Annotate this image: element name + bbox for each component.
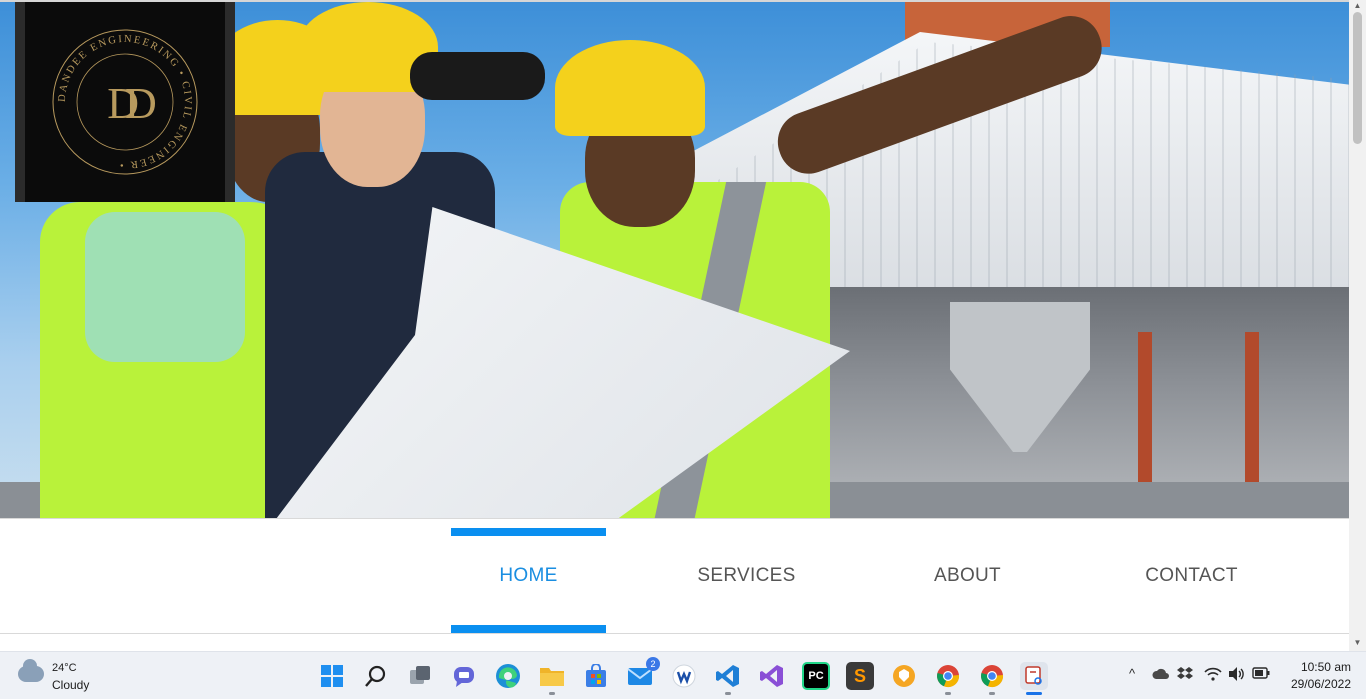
snipping-tool-icon[interactable] <box>1020 662 1048 690</box>
sublime-icon-text: S <box>853 665 866 686</box>
running-indicator <box>549 692 555 695</box>
brave-icon[interactable] <box>890 662 918 690</box>
logo-emblem: DANDEE ENGINEERING • CIVIL ENGINEER • DD <box>52 29 198 175</box>
nav-about[interactable]: ABOUT <box>890 519 1045 633</box>
main-nav: HOME SERVICES ABOUT CONTACT <box>0 518 1349 634</box>
sublime-icon[interactable]: S <box>846 662 874 690</box>
weather-widget[interactable]: 24°C Cloudy <box>18 659 138 694</box>
onedrive-icon[interactable] <box>1152 668 1170 683</box>
nav-active-indicator-bottom <box>451 625 606 633</box>
edge-icon[interactable] <box>494 662 522 690</box>
nav-active-indicator-top <box>451 528 606 536</box>
windows-logo-icon[interactable] <box>318 662 346 690</box>
browser-viewport: DANDEE ENGINEERING • CIVIL ENGINEER • DD… <box>0 0 1366 651</box>
wifi-icon[interactable] <box>1204 666 1222 685</box>
nav-services[interactable]: SERVICES <box>669 519 824 633</box>
show-hidden-icons-chevron-icon[interactable]: ^ <box>1129 666 1135 681</box>
clock-date: 29/06/2022 <box>1290 677 1351 691</box>
nav-contact[interactable]: CONTACT <box>1114 519 1269 633</box>
task-view-icon[interactable] <box>406 662 434 690</box>
scrollbar-thumb[interactable] <box>1353 12 1362 144</box>
worker-3-hardhat <box>555 40 705 136</box>
binoculars <box>410 52 545 100</box>
cloud-icon <box>18 659 44 682</box>
windows-taskbar: 24°C Cloudy 2 PC S ^ 10:50 am 29/06/2022 <box>0 651 1366 699</box>
mail-icon[interactable]: 2 <box>626 657 660 690</box>
running-indicator <box>989 692 995 695</box>
logo-monogram: DD <box>107 79 156 128</box>
site-logo[interactable]: DANDEE ENGINEERING • CIVIL ENGINEER • DD <box>15 2 235 202</box>
wps-icon[interactable] <box>670 662 698 690</box>
vscode-icon[interactable] <box>714 662 742 690</box>
weather-condition: Cloudy <box>52 678 90 692</box>
nav-services-label: SERVICES <box>697 565 796 586</box>
visual-studio-icon[interactable] <box>758 662 786 690</box>
store-icon[interactable] <box>582 662 610 690</box>
worker-1-shirt <box>85 212 245 362</box>
dropbox-icon[interactable] <box>1177 666 1193 685</box>
chat-icon[interactable] <box>450 662 478 690</box>
pycharm-icon[interactable]: PC <box>802 662 830 690</box>
pycharm-icon-text: PC <box>808 670 824 682</box>
weather-temperature: 24°C <box>52 662 77 674</box>
running-indicator <box>725 692 731 695</box>
running-indicator <box>945 692 951 695</box>
scroll-up-arrow-icon[interactable]: ▲ <box>1349 0 1366 12</box>
chrome-icon[interactable] <box>934 662 962 690</box>
active-app-indicator <box>1026 692 1042 695</box>
nav-home-label: HOME <box>499 565 558 586</box>
nav-home[interactable]: HOME <box>451 519 606 633</box>
system-clock[interactable]: 10:50 am 29/06/2022 <box>1281 659 1351 693</box>
clock-time: 10:50 am <box>1300 660 1351 674</box>
page-scrollbar[interactable]: ▲ ▼ <box>1349 0 1366 651</box>
folder-icon[interactable] <box>538 662 566 690</box>
nav-contact-label: CONTACT <box>1145 565 1238 586</box>
search-icon[interactable] <box>362 662 390 690</box>
volume-icon[interactable] <box>1228 666 1246 685</box>
mail-badge: 2 <box>646 657 660 671</box>
chrome-icon[interactable] <box>978 662 1006 690</box>
scroll-down-arrow-icon[interactable]: ▼ <box>1349 637 1366 649</box>
battery-icon[interactable] <box>1252 666 1270 683</box>
nav-about-label: ABOUT <box>934 565 1001 586</box>
